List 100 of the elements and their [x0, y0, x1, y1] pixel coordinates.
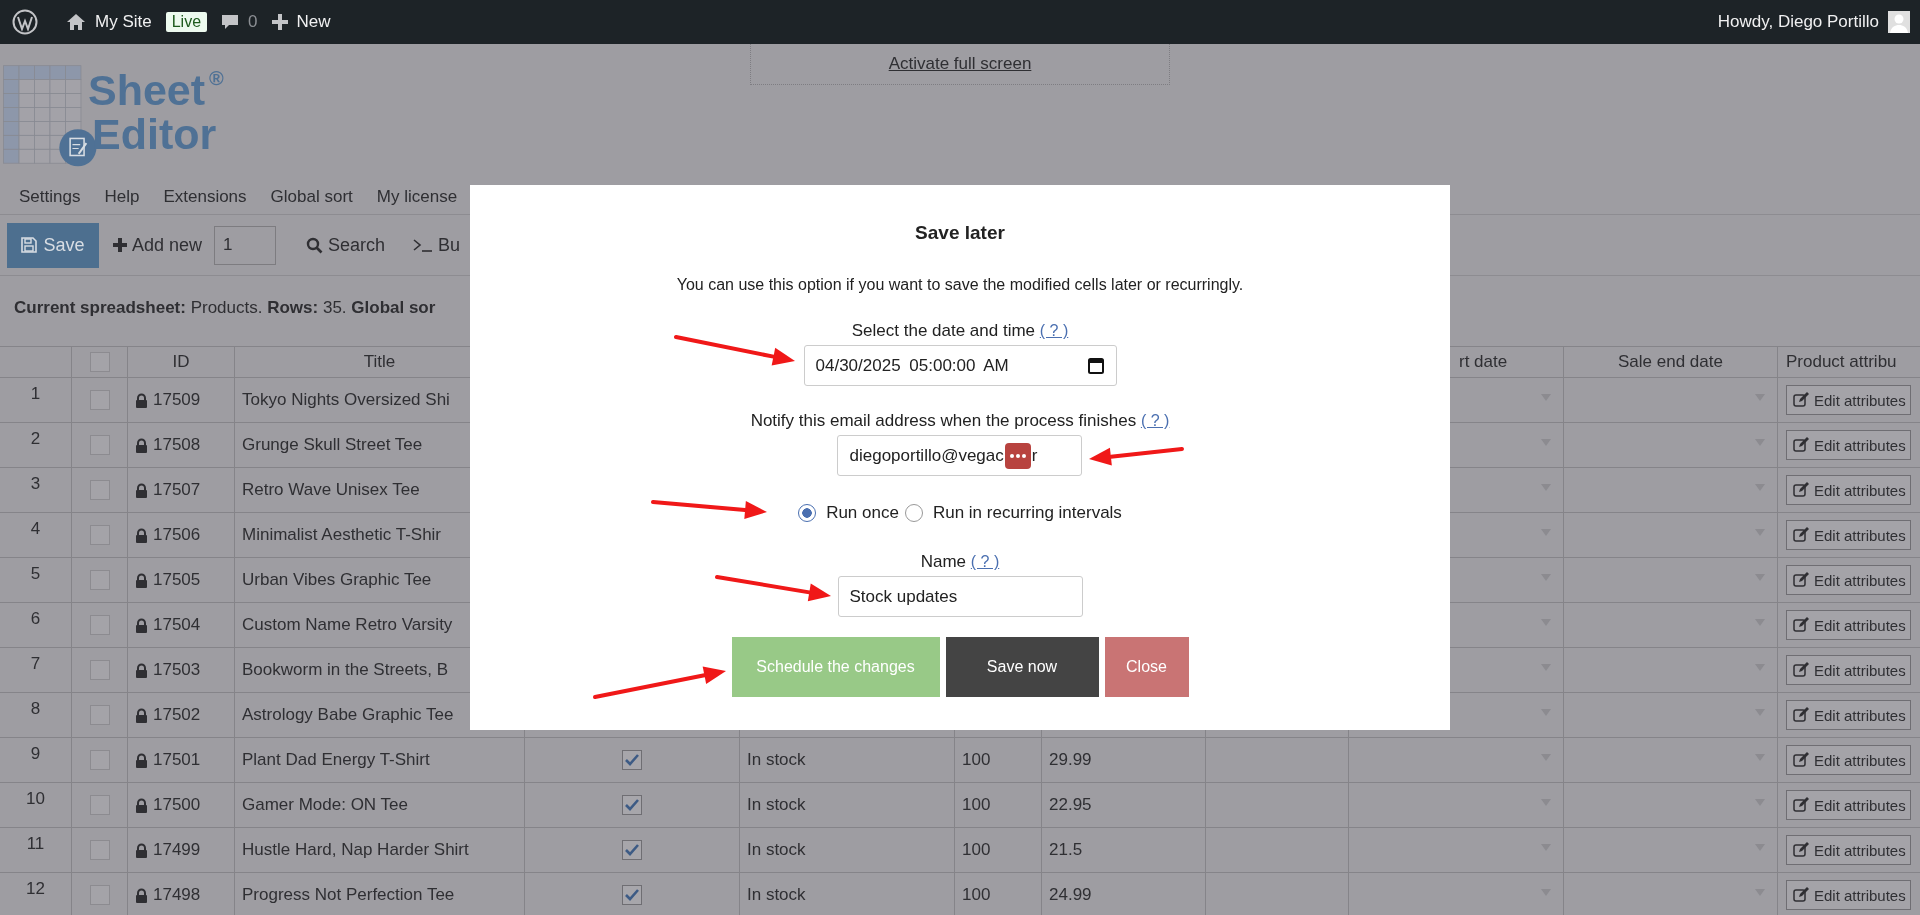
edit-attributes-button[interactable]: Edit attributes	[1786, 475, 1911, 505]
table-cell: 29.99	[1042, 738, 1206, 783]
edit-icon	[1793, 437, 1809, 453]
checkbox[interactable]	[622, 840, 642, 860]
edit-attributes-button[interactable]: Edit attributes	[1786, 700, 1911, 730]
status-badge: Live	[165, 12, 208, 32]
table-cell: 100	[955, 873, 1042, 915]
table-cell: Plant Dad Energy T-Shirt	[235, 738, 525, 783]
row-number: 12	[0, 873, 72, 915]
checkmark-icon	[624, 753, 640, 767]
radio-option[interactable]: Run in recurring intervals	[904, 503, 1122, 523]
checkbox[interactable]	[89, 885, 110, 905]
checkbox[interactable]	[89, 615, 110, 635]
table-cell: In stock	[740, 783, 955, 828]
edit-attributes-button[interactable]: Edit attributes	[1786, 655, 1911, 685]
save-now-button[interactable]: Save now	[945, 637, 1099, 697]
help-link[interactable]: ( ? )	[1039, 322, 1069, 339]
plus-icon	[113, 238, 127, 252]
row-number: 10	[0, 783, 72, 828]
id-text: 17500	[153, 795, 201, 815]
column-header[interactable]: Product attribu	[1786, 352, 1897, 372]
menu-item[interactable]: Extensions	[163, 187, 247, 207]
date-time-field[interactable]: 04/30/2025 05:00:00 AM	[803, 345, 1117, 386]
id-text: 17506	[153, 525, 201, 545]
logo-text: Editor	[92, 112, 218, 156]
checkbox[interactable]	[89, 795, 110, 815]
radio-option[interactable]: Run once	[798, 503, 899, 523]
plus-icon	[271, 14, 288, 30]
id-text: 17509	[153, 390, 201, 410]
checkbox[interactable]	[89, 705, 110, 725]
checkbox[interactable]	[89, 390, 110, 410]
edit-icon	[1793, 662, 1809, 678]
edit-icon	[1793, 527, 1809, 543]
help-link[interactable]: ( ? )	[1140, 412, 1170, 429]
edit-icon	[1793, 752, 1809, 768]
checkbox[interactable]	[622, 750, 642, 770]
help-link[interactable]: ( ? )	[970, 553, 1000, 570]
lock-icon	[135, 752, 148, 768]
account-link[interactable]: Howdy, Diego Portillo	[1717, 11, 1910, 33]
site-link[interactable]: My Site	[66, 12, 152, 32]
edit-icon	[1793, 617, 1809, 633]
menu-item[interactable]: Global sort	[270, 187, 353, 207]
checkbox[interactable]	[89, 525, 110, 545]
id-text: 17502	[153, 705, 201, 725]
checkbox[interactable]	[89, 570, 110, 590]
column-header[interactable]: Sale end date	[1564, 347, 1778, 378]
edit-attributes-button[interactable]: Edit attributes	[1786, 520, 1911, 550]
new-link[interactable]: New	[271, 12, 331, 32]
checkbox[interactable]	[89, 480, 110, 500]
menu-item[interactable]: Help	[104, 187, 140, 207]
row-number: 5	[0, 558, 72, 603]
table-cell: 21.5	[1042, 828, 1206, 873]
save-button[interactable]: Save	[7, 222, 99, 268]
row-number: 11	[0, 828, 72, 873]
home-icon	[66, 13, 86, 31]
id-text: 17508	[153, 435, 201, 455]
checkbox[interactable]	[622, 885, 642, 905]
column-header[interactable]: rt date	[1459, 352, 1508, 372]
lock-icon	[135, 797, 148, 813]
fullscreen-link[interactable]: Activate full screen	[888, 54, 1032, 74]
checkmark-icon	[624, 888, 640, 902]
menu-item[interactable]: Settings	[19, 187, 81, 207]
edit-attributes-button[interactable]: Edit attributes	[1786, 835, 1911, 865]
close-button[interactable]: Close	[1104, 637, 1189, 697]
checkbox[interactable]	[89, 750, 110, 770]
bulk-edit-button[interactable]: Bu	[413, 234, 461, 256]
table-cell: Gamer Mode: ON Tee	[235, 783, 525, 828]
table-cell: In stock	[740, 873, 955, 915]
checkbox[interactable]	[89, 840, 110, 860]
email-field[interactable]: diegoportillo@vegac r	[837, 435, 1083, 476]
search-button[interactable]: Search	[306, 234, 386, 256]
edit-attributes-button[interactable]: Edit attributes	[1786, 880, 1911, 910]
checkbox[interactable]	[622, 795, 642, 815]
add-new-button[interactable]: Add new	[113, 234, 203, 256]
edit-attributes-button[interactable]: Edit attributes	[1786, 385, 1911, 415]
quantity-field[interactable]: 1	[214, 225, 277, 265]
dialog-description: You can use this option if you want to save the modified cells later or recurringly.	[676, 275, 1244, 295]
column-header[interactable]: ID	[128, 347, 235, 378]
edit-attributes-button[interactable]: Edit attributes	[1786, 790, 1911, 820]
checkbox[interactable]	[89, 352, 110, 372]
terminal-icon	[413, 238, 434, 252]
edit-attributes-button[interactable]: Edit attributes	[1786, 565, 1911, 595]
lock-icon	[135, 887, 148, 903]
row-number: 1	[0, 378, 72, 423]
edit-attributes-button[interactable]: Edit attributes	[1786, 745, 1911, 775]
password-manager-icon	[1004, 442, 1031, 469]
row-number: 9	[0, 738, 72, 783]
menu-item[interactable]: My license	[376, 187, 458, 207]
comments-link[interactable]: 0	[221, 12, 258, 32]
row-number: 2	[0, 423, 72, 468]
checkbox[interactable]	[89, 435, 110, 455]
table-cell: 24.99	[1042, 873, 1206, 915]
checkbox[interactable]	[89, 660, 110, 680]
edit-attributes-button[interactable]: Edit attributes	[1786, 610, 1911, 640]
table-cell: In stock	[740, 828, 955, 873]
id-text: 17504	[153, 615, 201, 635]
edit-attributes-button[interactable]: Edit attributes	[1786, 430, 1911, 460]
logo-text: Sheet	[88, 68, 206, 112]
edit-icon	[1793, 572, 1809, 588]
name-field[interactable]: Stock updates	[837, 576, 1083, 617]
